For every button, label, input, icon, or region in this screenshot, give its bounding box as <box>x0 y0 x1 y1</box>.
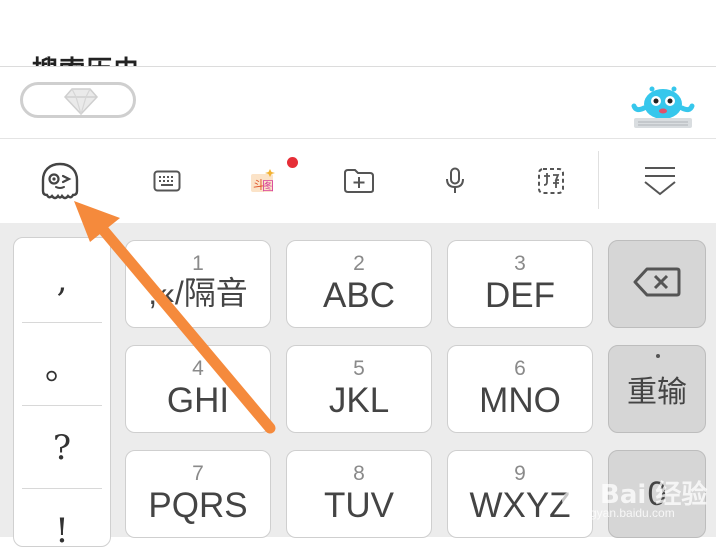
doutu-icon: 斗 图 <box>248 168 278 194</box>
notification-dot <box>287 157 298 168</box>
key-number: 6 <box>514 357 526 380</box>
reinput-button[interactable]: 重输 <box>608 345 706 433</box>
key-letters: WXYZ <box>469 486 571 525</box>
handwriting-button[interactable] <box>512 139 590 223</box>
key-number: 5 <box>353 357 365 380</box>
keyboard-switch-button[interactable] <box>128 139 206 223</box>
key-1[interactable]: 1 ,«/隔音 <box>125 240 271 328</box>
key-number: 8 <box>353 462 365 485</box>
punct-key-question[interactable]: ? <box>14 406 110 489</box>
add-folder-button[interactable] <box>320 139 398 223</box>
punct-key-exclamation[interactable]: ! <box>14 489 110 547</box>
key-number: 3 <box>514 252 526 275</box>
keyboard-icon <box>153 170 181 192</box>
key-number: 2 <box>353 252 365 275</box>
key-8[interactable]: 8 TUV <box>286 450 432 538</box>
key-letters: PQRS <box>148 486 248 525</box>
backspace-icon <box>633 266 681 303</box>
search-history-title: 搜索历史 <box>32 50 140 66</box>
key-7[interactable]: 7 PQRS <box>125 450 271 538</box>
t9-keyboard: , 。 ? ! 1 ,«/隔音 2 ABC 3 DEF 4 GHI 5 JKL <box>0 223 716 547</box>
key-letters: GHI <box>166 381 230 420</box>
doutu-button[interactable]: 斗 图 <box>224 139 302 223</box>
svg-text:图: 图 <box>262 179 274 193</box>
handwriting-icon <box>537 167 565 195</box>
key-letters: JKL <box>328 381 390 420</box>
key-number: 9 <box>514 462 526 485</box>
toolbar-separator <box>598 151 599 209</box>
reinput-label: 重输 <box>627 375 687 410</box>
key-5[interactable]: 5 JKL <box>286 345 432 433</box>
key-zero-label: 0 <box>647 474 667 513</box>
key-6[interactable]: 6 MNO <box>447 345 593 433</box>
keyboard-toolbar: 斗 图 <box>0 139 716 223</box>
mascot-face-button[interactable] <box>20 139 100 223</box>
collapse-keyboard-button[interactable] <box>620 139 700 223</box>
key-0[interactable]: 0 <box>608 450 706 538</box>
punctuation-column: , 。 ? ! <box>13 237 111 547</box>
key-number: 7 <box>192 462 204 485</box>
collapse-keyboard-icon <box>643 164 677 198</box>
key-3[interactable]: 3 DEF <box>447 240 593 328</box>
backspace-button[interactable] <box>608 240 706 328</box>
skin-gem-button[interactable] <box>20 82 136 118</box>
key-letters: ABC <box>323 276 395 315</box>
dot-indicator <box>656 354 660 358</box>
mascot-keyboard-icon[interactable] <box>630 84 696 130</box>
diamond-icon <box>63 87 99 120</box>
mascot-face-icon <box>39 160 81 202</box>
key-letters: MNO <box>479 381 561 420</box>
punct-key-comma[interactable]: , <box>14 238 110 321</box>
key-letters: DEF <box>485 276 555 315</box>
key-9[interactable]: 9 WXYZ <box>447 450 593 538</box>
folder-add-icon <box>343 168 375 194</box>
divider <box>0 66 716 67</box>
microphone-icon <box>444 167 466 195</box>
search-history-area: 搜索历史 <box>0 0 716 66</box>
key-number: 4 <box>192 357 204 380</box>
key-4[interactable]: 4 GHI <box>125 345 271 433</box>
key-letters: TUV <box>324 486 394 525</box>
key-number: 1 <box>192 252 204 275</box>
key-2[interactable]: 2 ABC <box>286 240 432 328</box>
voice-input-button[interactable] <box>416 139 494 223</box>
key-letters: ,«/隔音 <box>148 275 248 311</box>
punct-key-period[interactable]: 。 <box>14 323 110 406</box>
